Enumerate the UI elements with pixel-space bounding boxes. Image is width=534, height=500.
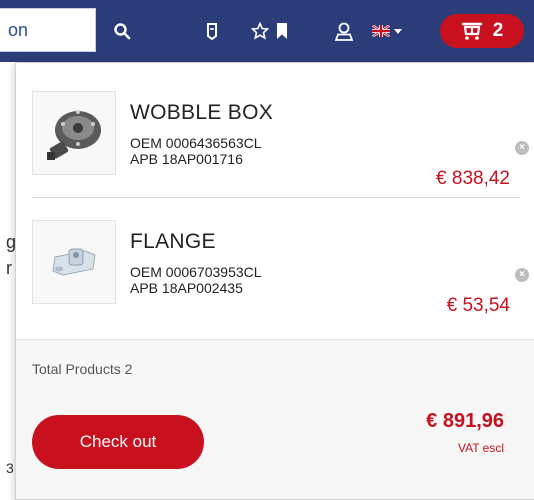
cart-icon [461, 22, 482, 40]
product-oem-code: OEM 0006436563CL [130, 135, 262, 151]
top-navigation-bar: on 2 [0, 0, 534, 62]
mini-cart-panel: WOBBLE BOX OEM 0006436563CL APB 18AP0017… [15, 62, 534, 500]
language-selector[interactable] [372, 18, 412, 44]
search-input[interactable]: on [0, 8, 96, 52]
grand-total: € 891,96 [426, 410, 504, 432]
remove-item-button[interactable]: × [515, 268, 529, 282]
background-text-fragment: 3 [6, 460, 14, 476]
product-oem-code: OEM 0006703953CL [130, 264, 262, 280]
cart-item: WOBBLE BOX OEM 0006436563CL APB 18AP0017… [32, 91, 529, 209]
uk-flag-icon [372, 25, 390, 37]
total-products-label: Total Products 2 [32, 361, 133, 377]
background-text-fragment: r [6, 258, 12, 278]
product-thumbnail[interactable] [32, 91, 116, 175]
wobble-box-image [47, 110, 101, 160]
chevron-down-icon [394, 28, 402, 34]
user-icon[interactable] [330, 17, 358, 45]
remove-item-button[interactable]: × [515, 141, 529, 155]
product-thumbnail[interactable] [32, 220, 116, 304]
cart-summary: Total Products 2 Check out € 891,96 VAT … [16, 339, 534, 499]
product-price: € 53,54 [446, 295, 510, 316]
flange-image [52, 248, 96, 276]
product-price: € 838,42 [436, 168, 510, 189]
product-name[interactable]: FLANGE [130, 230, 216, 254]
vat-note: VAT escl [457, 441, 504, 455]
product-apb-code: APB 18AP002435 [130, 280, 243, 296]
product-apb-code: APB 18AP001716 [130, 151, 243, 167]
cart-button[interactable]: 2 [440, 14, 524, 48]
item-divider [32, 197, 520, 198]
cart-count: 2 [492, 20, 504, 41]
shield-icon[interactable] [198, 17, 226, 45]
cart-item: FLANGE OEM 0006703953CL APB 18AP002435 ×… [32, 220, 529, 338]
search-icon[interactable] [108, 17, 136, 45]
bookmark-icon[interactable] [268, 17, 296, 45]
product-name[interactable]: WOBBLE BOX [130, 101, 273, 125]
checkout-button[interactable]: Check out [32, 415, 204, 469]
